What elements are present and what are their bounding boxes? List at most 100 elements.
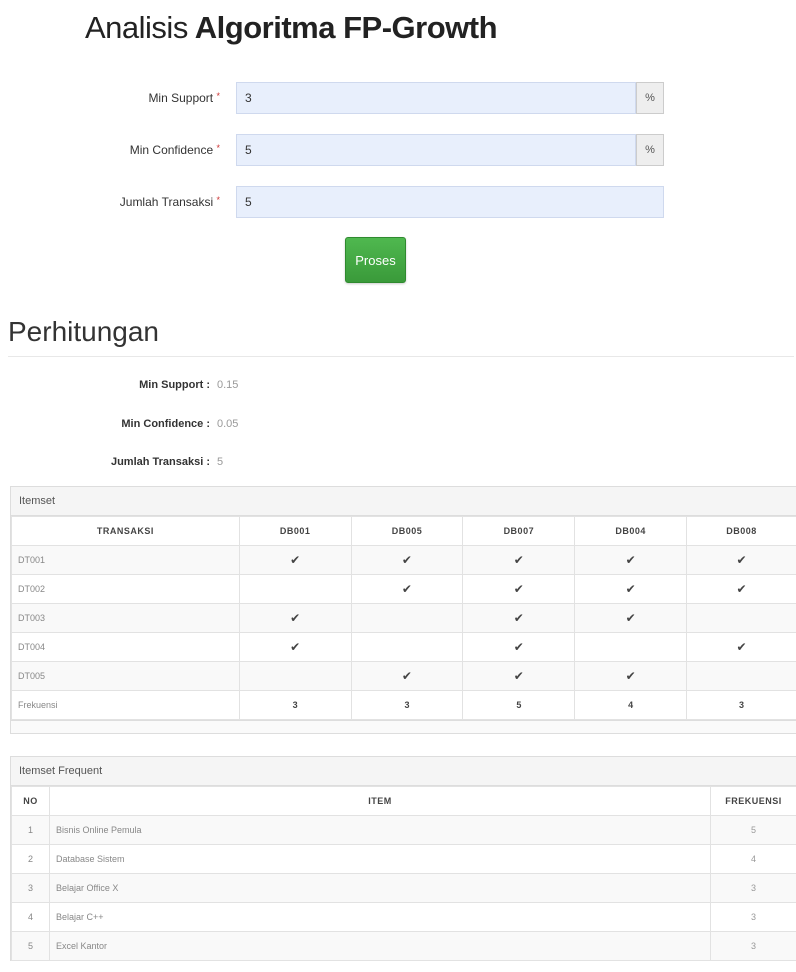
summary-min-support-value: 0.15 bbox=[217, 379, 239, 391]
summary-jumlah-transaksi-value: 5 bbox=[217, 456, 224, 468]
perhitungan-title: Perhitungan bbox=[8, 316, 160, 347]
page-title-bold: Algoritma FP-Growth bbox=[194, 10, 498, 45]
table-row: 1 Bisnis Online Pemula 5 bbox=[11, 815, 796, 845]
item-name: Belajar Office X bbox=[48, 873, 712, 903]
check-icon: ✔ bbox=[350, 545, 464, 575]
check-icon: ✔ bbox=[574, 574, 688, 604]
check-icon: ✔ bbox=[574, 661, 688, 691]
check-icon bbox=[350, 603, 464, 633]
frekuensi-value: 3 bbox=[238, 690, 352, 720]
column-header: TRANSAKSI bbox=[11, 516, 240, 546]
row-number: 5 bbox=[11, 931, 50, 961]
check-icon: ✔ bbox=[462, 661, 576, 691]
column-header: DB005 bbox=[350, 516, 464, 546]
summary-min-confidence-label: Min Confidence : bbox=[121, 418, 210, 430]
column-header: FREKUENSI bbox=[710, 786, 796, 816]
item-name: Database Sistem bbox=[48, 844, 712, 874]
check-icon: ✔ bbox=[574, 545, 688, 575]
summary-jumlah-transaksi-label: Jumlah Transaksi : bbox=[110, 456, 210, 468]
summary-min-support-label: Min Support : bbox=[139, 379, 210, 391]
table-row: 5 Excel Kantor 3 bbox=[11, 931, 796, 961]
column-header: DB008 bbox=[686, 516, 796, 546]
check-icon bbox=[574, 632, 688, 662]
column-header: DB007 bbox=[462, 516, 576, 546]
page-title-light: Analisis bbox=[85, 10, 188, 45]
percent-addon: % bbox=[636, 134, 664, 166]
frekuensi-value: 5 bbox=[462, 690, 576, 720]
row-number: 4 bbox=[11, 902, 50, 932]
table-row: 3 Belajar Office X 3 bbox=[11, 873, 796, 903]
table-row: DT004 ✔ ✔ ✔ bbox=[11, 632, 796, 662]
check-icon bbox=[686, 661, 796, 691]
jumlah-transaksi-label: Jumlah Transaksi * bbox=[119, 195, 220, 209]
proses-button[interactable]: Proses bbox=[345, 237, 406, 283]
check-icon bbox=[350, 632, 464, 662]
transaction-id: DT003 bbox=[11, 603, 240, 633]
itemset-panel: Itemset TRANSAKSI DB001 DB005 DB007 DB00… bbox=[10, 486, 796, 734]
summary-min-support: Min Support : 0.15 bbox=[0, 379, 400, 395]
check-icon bbox=[238, 661, 352, 691]
check-icon: ✔ bbox=[686, 574, 796, 604]
item-frekuensi: 3 bbox=[710, 902, 796, 932]
item-name: Belajar C++ bbox=[48, 902, 712, 932]
jumlah-transaksi-row: Jumlah Transaksi * bbox=[0, 186, 796, 220]
summary-jumlah-transaksi: Jumlah Transaksi : 5 bbox=[0, 456, 400, 472]
check-icon: ✔ bbox=[350, 661, 464, 691]
divider bbox=[8, 356, 794, 357]
itemset-frequent-panel-heading: Itemset Frequent bbox=[11, 757, 796, 786]
check-icon: ✔ bbox=[238, 545, 352, 575]
check-icon: ✔ bbox=[462, 574, 576, 604]
table-row: DT002 ✔ ✔ ✔ ✔ bbox=[11, 574, 796, 604]
check-icon: ✔ bbox=[686, 632, 796, 662]
check-icon: ✔ bbox=[686, 545, 796, 575]
item-name: Bisnis Online Pemula bbox=[48, 815, 712, 845]
itemset-header-row: TRANSAKSI DB001 DB005 DB007 DB004 DB008 bbox=[11, 516, 796, 546]
item-frekuensi: 4 bbox=[710, 844, 796, 874]
panel-footer bbox=[11, 720, 796, 733]
summary-min-confidence-value: 0.05 bbox=[217, 418, 239, 430]
min-support-row: Min Support * % bbox=[0, 82, 796, 116]
min-support-input[interactable] bbox=[236, 82, 636, 114]
check-icon: ✔ bbox=[462, 632, 576, 662]
row-number: 3 bbox=[11, 873, 50, 903]
transaction-id: DT001 bbox=[11, 545, 240, 575]
itemset-frequent-header-row: NO ITEM FREKUENSI bbox=[11, 786, 796, 816]
column-header: ITEM bbox=[48, 786, 712, 816]
min-confidence-label: Min Confidence * bbox=[129, 143, 220, 157]
check-icon: ✔ bbox=[462, 545, 576, 575]
column-header: DB004 bbox=[574, 516, 688, 546]
table-row: DT005 ✔ ✔ ✔ bbox=[11, 661, 796, 691]
table-row: DT001 ✔ ✔ ✔ ✔ ✔ bbox=[11, 545, 796, 575]
check-icon: ✔ bbox=[238, 603, 352, 633]
table-row: 4 Belajar C++ 3 bbox=[11, 902, 796, 932]
jumlah-transaksi-input[interactable] bbox=[236, 186, 664, 218]
itemset-frequent-panel: Itemset Frequent NO ITEM FREKUENSI 1 Bis… bbox=[10, 756, 796, 961]
summary-min-confidence: Min Confidence : 0.05 bbox=[0, 418, 400, 434]
percent-addon: % bbox=[636, 82, 664, 114]
table-row: DT003 ✔ ✔ ✔ bbox=[11, 603, 796, 633]
column-header: NO bbox=[11, 786, 50, 816]
check-icon bbox=[238, 574, 352, 604]
column-header: DB001 bbox=[238, 516, 352, 546]
min-confidence-input[interactable] bbox=[236, 134, 636, 166]
frekuensi-row: Frekuensi 3 3 5 4 3 bbox=[11, 690, 796, 720]
item-name: Excel Kantor bbox=[48, 931, 712, 961]
min-support-label: Min Support * bbox=[148, 91, 220, 105]
table-row: 2 Database Sistem 4 bbox=[11, 844, 796, 874]
row-number: 1 bbox=[11, 815, 50, 845]
check-icon bbox=[686, 603, 796, 633]
transaction-id: DT004 bbox=[11, 632, 240, 662]
frekuensi-value: 4 bbox=[574, 690, 688, 720]
item-frekuensi: 5 bbox=[710, 815, 796, 845]
itemset-panel-heading: Itemset bbox=[11, 487, 796, 516]
item-frekuensi: 3 bbox=[710, 873, 796, 903]
item-frekuensi: 3 bbox=[710, 931, 796, 961]
min-confidence-row: Min Confidence * % bbox=[0, 134, 796, 168]
frekuensi-value: 3 bbox=[686, 690, 796, 720]
frekuensi-label: Frekuensi bbox=[11, 690, 240, 720]
check-icon: ✔ bbox=[350, 574, 464, 604]
row-number: 2 bbox=[11, 844, 50, 874]
check-icon: ✔ bbox=[574, 603, 688, 633]
frekuensi-value: 3 bbox=[350, 690, 464, 720]
transaction-id: DT005 bbox=[11, 661, 240, 691]
